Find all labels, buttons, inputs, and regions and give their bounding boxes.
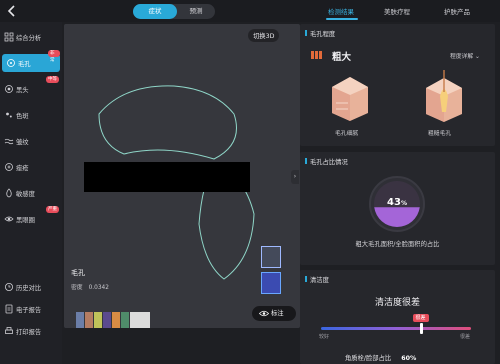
sidebar-item-spots[interactable]: 色斑 [0,106,62,124]
pore-icon [7,59,15,67]
overlay-title: 毛孔 [71,269,85,277]
grid-icon [4,32,14,42]
thumbnail-normal[interactable] [261,246,281,268]
density-label: 密度 [71,285,83,291]
sidebar-item-label: 皱纹 [16,139,29,146]
sidebar-item-label: 黑眼圈 [16,217,35,224]
sidebar-item-label: 电子报告 [16,307,42,314]
card-title: 清洁度 [305,275,329,284]
sidebar-item-history[interactable]: 历史对比 [0,278,62,296]
tab-treatment[interactable]: 美肤疗程 [384,6,410,16]
wrinkle-icon [4,138,14,145]
mode-predict-button[interactable]: 预测 [177,4,215,19]
active-tab-indicator [326,18,358,20]
severity-badge: 中等 [46,76,59,83]
sidebar-item-label: 历史对比 [16,285,42,292]
sidebar-item-label: 痤疮 [16,165,29,172]
tab-results[interactable]: 检测结果 [328,6,354,16]
card-title: 毛孔程度 [305,29,335,38]
scale-max-label: 很差 [460,334,471,340]
sensitivity-icon [6,188,12,198]
scale-min-label: 较好 [319,334,330,340]
sidebar-item-overview[interactable]: 综合分析 [0,28,62,46]
sidebar-item-e-report[interactable]: 电子报告 [0,300,62,318]
keratin-ratio: 角质栓/脸部占比 60% [345,353,416,362]
color-checker-card [76,310,150,328]
switch-3d-button[interactable]: 切换3D [248,29,280,42]
report-icon [5,304,13,314]
density-value: 0.0342 [88,285,109,291]
pore-level-text: 粗大 [332,52,352,63]
chevron-down-icon: ⌄ [475,54,480,60]
detail-label: 程度详解 [450,54,474,60]
collapse-panel-handle[interactable]: › [291,170,299,184]
scale-indicator-thumb [420,323,423,334]
sidebar: 综合分析 毛孔 非常 黑头 中等 色斑 皱纹 痤疮 敏感度 黑眼圈 严重 历史对… [0,22,62,364]
sidebar-item-label: 综合分析 [16,35,42,42]
cleanliness-level-text: 清洁度很差 [374,298,420,308]
coarse-pore-label: 粗糙毛孔 [428,131,452,137]
sidebar-item-print[interactable]: 打印报告 [0,322,62,340]
ratio-value: 43 [387,197,401,208]
detail-link[interactable]: 程度详解 ⌄ [450,51,480,60]
sidebar-item-wrinkles[interactable]: 皱纹 [0,132,62,150]
thumbnail-uv[interactable] [261,272,281,294]
fine-pore-label: 毛孔细腻 [335,131,359,137]
eye-icon [259,310,269,317]
sidebar-item-label: 毛孔 [18,61,31,68]
cleanliness-scale-bar [321,327,471,330]
sidebar-item-label: 敏感度 [16,191,35,198]
ratio-caption: 粗大毛孔面积/全脸面积的占比 [355,241,440,248]
blackhead-icon [5,85,13,93]
severity-badge: 严重 [46,206,59,213]
acne-icon [5,163,13,171]
sidebar-item-label: 色斑 [16,113,29,120]
severity-badge: 非常 [48,50,60,63]
coarse-pore-skin-icon [426,70,462,122]
pore-ratio-card: 毛孔占比情况 43% 粗大毛孔面积/全脸面积的占比 [300,152,495,265]
level-bars [311,51,323,61]
mark-label: 标注 [271,310,284,317]
sidebar-item-label: 打印报告 [16,329,42,336]
ratio-value: 60% [401,355,417,362]
privacy-bar [84,162,250,192]
cleanliness-card: 清洁度 清洁度很差 很差 较好 很差 角质栓/脸部占比 60% [300,270,495,364]
mode-toggle: 症状 预测 [133,4,215,19]
top-bar: 症状 预测 检测结果 美肤疗程 护肤产品 [0,0,500,22]
spot-icon [6,112,12,118]
pore-level-card: 毛孔程度 粗大 程度详解 ⌄ 毛孔细腻 粗糙毛孔 [300,24,495,146]
mark-toggle-button[interactable]: 标注 [252,306,296,321]
face-photo-panel: 切换3D 毛孔 密度 0.0342 标注 [64,24,300,328]
color-chart-swatches [76,312,150,328]
ratio-label: 角质栓/脸部占比 [345,355,392,362]
mode-symptom-button[interactable]: 症状 [133,4,177,19]
sidebar-item-label: 黑头 [16,87,29,94]
fine-pore-skin-icon [332,77,368,121]
sidebar-item-sensitivity[interactable]: 敏感度 [0,184,62,202]
ratio-unit: % [400,200,407,207]
sidebar-item-blackheads[interactable]: 黑头 中等 [0,76,62,98]
dark-circle-icon [4,216,14,222]
density-readout: 密度 0.0342 [71,282,109,291]
sidebar-item-dark-circles[interactable]: 黑眼圈 严重 [0,206,62,228]
tab-products[interactable]: 护肤产品 [444,6,470,16]
sidebar-item-acne[interactable]: 痤疮 [0,158,62,176]
print-icon [5,327,13,334]
card-title: 毛孔占比情况 [305,157,348,166]
back-arrow-icon[interactable] [5,4,19,18]
result-tabs: 检测结果 美肤疗程 护肤产品 [304,0,500,22]
history-icon [5,283,13,291]
ratio-value-text: 43% [367,197,427,208]
scale-indicator-badge: 很差 [412,314,429,322]
sidebar-item-pores[interactable]: 毛孔 非常 [2,50,60,72]
